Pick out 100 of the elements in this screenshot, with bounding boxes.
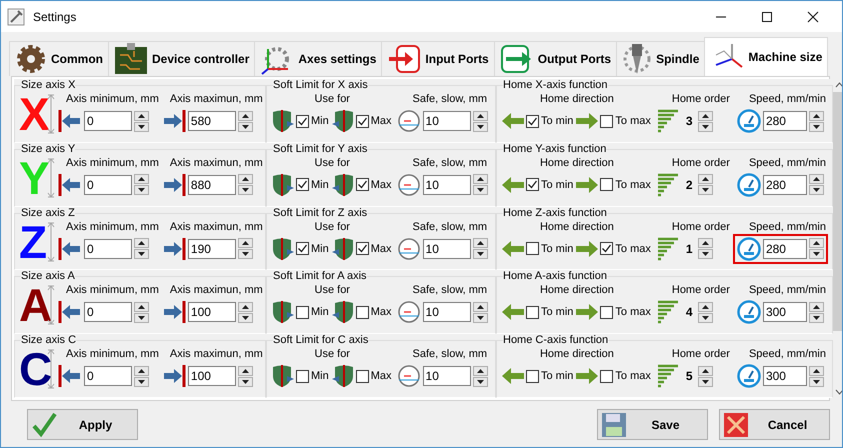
spin-buttons[interactable] [238,110,253,132]
field-label: Axis maximun, mm [168,92,263,106]
input-field[interactable]: 0 [84,174,132,195]
axis-letter: X [19,93,47,135]
scroll-up-icon[interactable] [834,82,842,88]
checkbox[interactable] [600,306,614,319]
shield-icon [330,236,355,261]
tab[interactable]: Common [9,41,109,76]
checkbox[interactable] [526,242,539,256]
maximize-icon[interactable] [761,10,773,22]
checkbox[interactable] [526,114,539,128]
checkbox[interactable] [356,178,369,192]
input-field[interactable]: 580 [188,111,236,131]
checkbox[interactable] [600,242,614,256]
field-label: Home order [670,156,730,170]
checkbox-label: Min [311,178,329,191]
checkbox[interactable] [356,114,369,128]
spin-buttons[interactable] [472,110,488,132]
spin-buttons[interactable] [238,174,253,196]
group-title: Home Y-axis function [503,142,606,156]
checkbox[interactable] [296,306,309,319]
input-field[interactable]: 10 [422,238,471,259]
checkbox[interactable] [296,242,309,256]
checkbox[interactable] [600,178,614,192]
axis-letter: Y [19,156,47,199]
input-field[interactable]: 10 [422,174,471,195]
checkbox[interactable] [296,370,309,383]
tab[interactable]: Input Ports [381,41,495,76]
arrow-right-icon [162,364,186,388]
close-icon[interactable] [807,10,819,22]
input-field[interactable]: 0 [84,366,132,386]
input-field[interactable]: 280 [762,238,807,259]
input-field[interactable]: 100 [188,366,236,386]
input-field[interactable]: 190 [188,238,236,259]
spin-buttons[interactable] [808,302,824,323]
apply-button[interactable]: Apply [27,409,138,440]
checkbox[interactable] [600,370,614,383]
tab[interactable]: Axes settings [254,41,382,76]
spin-buttons[interactable] [808,174,824,196]
save-button[interactable]: Save [597,409,708,440]
group-title: Home Z-axis function [503,206,607,220]
order-number: 3 [686,114,693,128]
spin-buttons[interactable] [472,366,488,387]
checkbox[interactable] [296,114,309,128]
order-number: 5 [686,369,693,384]
spin-buttons[interactable] [134,110,149,132]
input-field[interactable]: 10 [422,366,471,386]
spin-buttons[interactable] [134,302,149,323]
spin-buttons[interactable] [808,366,824,387]
spin-buttons[interactable] [808,110,824,132]
input-field[interactable]: 10 [422,111,471,131]
checkbox[interactable] [526,370,539,383]
spin-buttons[interactable] [134,174,149,196]
field-label: Axis maximun, mm [168,347,263,362]
spin-buttons[interactable] [238,366,253,387]
checkbox[interactable] [526,178,539,192]
spin-buttons[interactable] [698,110,713,132]
input-field[interactable]: 100 [188,302,236,322]
field-label: Axis minimum, mm [65,92,159,106]
spin-buttons[interactable] [808,238,824,260]
tab[interactable]: Machine size [704,37,828,76]
checkbox-label: Min [311,370,329,382]
input-field[interactable]: 300 [762,302,807,322]
checkbox[interactable] [356,242,369,256]
input-field[interactable]: 280 [762,111,807,131]
input-field[interactable]: 0 [84,111,132,131]
spin-buttons[interactable] [698,366,713,387]
spin-buttons[interactable] [134,366,149,387]
checkbox[interactable] [526,306,539,319]
group-title: Soft Limit for C axis [273,334,368,348]
input-field[interactable]: 10 [422,302,471,322]
spin-buttons[interactable] [698,174,713,196]
cancel-button[interactable]: Cancel [719,409,830,440]
spin-buttons[interactable] [134,238,149,260]
input-field[interactable]: 880 [188,174,236,195]
checkbox[interactable] [296,178,309,192]
spin-buttons[interactable] [472,238,488,260]
speedometer-icon [736,364,761,388]
tab[interactable]: Output Ports [494,41,618,76]
spin-buttons[interactable] [238,238,253,260]
arrow-right-icon [162,236,186,261]
field-label: Safe, slow, mm [412,156,488,170]
checkbox[interactable] [600,114,614,128]
tab[interactable]: Device controller [108,41,256,76]
spin-buttons[interactable] [698,302,713,323]
scroll-down-icon[interactable] [834,389,842,395]
input-field[interactable]: 0 [84,238,132,259]
checkbox-label: To min [541,306,574,318]
spin-buttons[interactable] [238,302,253,323]
shield-icon [330,172,355,197]
input-field[interactable]: 280 [762,174,807,195]
spin-buttons[interactable] [472,302,488,323]
input-field[interactable]: 300 [762,366,807,386]
arrow-right-icon [162,109,186,133]
tab[interactable]: Spindle [616,41,706,76]
checkbox[interactable] [356,306,369,319]
checkbox[interactable] [356,370,369,383]
spin-buttons[interactable] [472,174,488,196]
spin-buttons[interactable] [698,238,713,260]
input-field[interactable]: 0 [84,302,132,322]
